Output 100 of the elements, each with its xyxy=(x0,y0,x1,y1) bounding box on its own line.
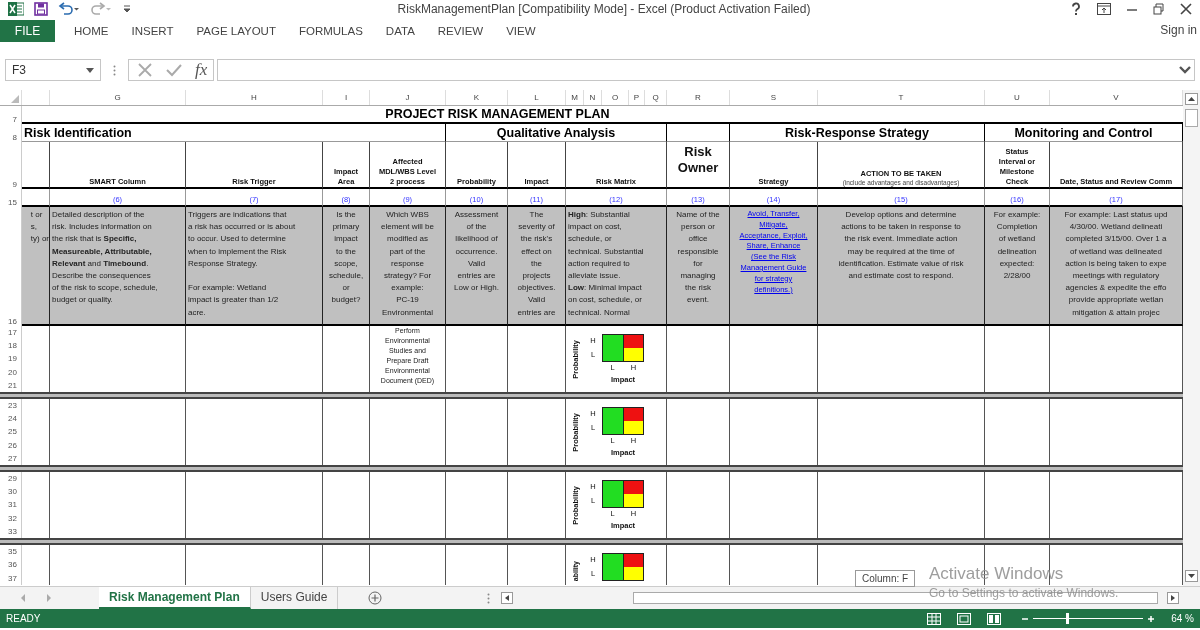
cut-text: t or s, ty) or xyxy=(30,209,49,246)
row-number[interactable]: 16 xyxy=(8,317,17,326)
row-number[interactable]: 25 xyxy=(8,427,17,437)
matrix-low-zone xyxy=(602,480,623,508)
column-tooltip: Column: F xyxy=(855,570,916,587)
scroll-left-icon[interactable] xyxy=(501,592,514,604)
status-text: READY xyxy=(6,613,41,624)
description-text: The severity of the risk's effect on the projects objectives. Valid entries are xyxy=(517,209,556,319)
scroll-thumb[interactable] xyxy=(1185,109,1198,127)
page-break-icon[interactable] xyxy=(987,612,1002,625)
matrix-low-zone xyxy=(602,407,623,435)
normal-view-icon[interactable] xyxy=(927,612,942,625)
ribbon-tab[interactable]: DATA xyxy=(385,25,415,37)
matrix-high-zone xyxy=(623,334,644,348)
check-icon[interactable] xyxy=(165,62,183,78)
section-heading: Risk Identification xyxy=(24,125,132,140)
description-text: For example: Last status upd 4/30/00. Wetland delineati completed 3/15/00. Over 1 a of wetland was delineated action is being taken to expe meetings with regulatory agencies & expedite the effo provide appropriate wetlan mitigation & attain projec xyxy=(1064,209,1168,319)
zoom-slider-thumb[interactable] xyxy=(1066,613,1070,624)
ribbon-tab[interactable]: PAGE LAYOUT xyxy=(196,25,276,37)
row-number[interactable]: 20 xyxy=(8,367,17,377)
row-number[interactable]: 27 xyxy=(8,453,17,463)
column-header[interactable]: J xyxy=(370,90,446,105)
help-icon[interactable] xyxy=(1070,2,1082,16)
insert-function-button[interactable]: fx xyxy=(195,60,208,80)
matrix-low-zone xyxy=(602,334,623,362)
column-header[interactable]: L xyxy=(508,90,566,105)
row-number[interactable]: 7 xyxy=(12,115,17,124)
row-number[interactable]: 18 xyxy=(8,341,17,351)
column-header[interactable]: I xyxy=(323,90,370,105)
matrix-medium-zone xyxy=(623,348,644,362)
row-number[interactable]: 19 xyxy=(8,354,17,364)
sign-in-link[interactable]: Sign in xyxy=(1160,23,1197,37)
row-number[interactable]: 37 xyxy=(8,573,17,583)
sheet-title: PROJECT RISK MANAGEMENT PLAN xyxy=(385,107,610,121)
ribbon-display-icon[interactable] xyxy=(1097,3,1111,15)
column-header[interactable]: P xyxy=(629,90,645,105)
row-number[interactable]: 35 xyxy=(8,547,17,557)
save-icon[interactable] xyxy=(34,2,48,16)
description-text: High: Substantial impact on cost, schedule, or technical. Substantial action required to alleviate issue. Low: Minimal impact on cost, schedule, or technical. Normal xyxy=(568,209,644,319)
matrix-medium-zone xyxy=(623,421,644,435)
column-header[interactable]: R xyxy=(667,90,730,105)
row-number[interactable]: 33 xyxy=(8,526,17,536)
matrix-medium-zone xyxy=(623,494,644,508)
ribbon-tab[interactable]: INSERT xyxy=(131,25,174,37)
scroll-down-icon[interactable] xyxy=(1185,570,1198,582)
column-header[interactable]: G xyxy=(50,90,186,105)
column-header[interactable]: T xyxy=(818,90,985,105)
ribbon-tab[interactable]: REVIEW xyxy=(437,25,484,37)
zoom-level[interactable]: 64 % xyxy=(1171,613,1194,624)
vertical-scrollbar[interactable] xyxy=(1183,90,1200,586)
column-header[interactable]: H xyxy=(186,90,323,105)
excel-icon[interactable] xyxy=(8,2,24,16)
row-number[interactable]: 15 xyxy=(8,198,17,207)
matrix-high-zone xyxy=(623,407,644,421)
add-sheet-icon[interactable] xyxy=(368,591,383,605)
zoom-in-icon[interactable] xyxy=(1147,614,1156,623)
page-layout-icon[interactable] xyxy=(957,612,972,625)
scroll-right-icon[interactable] xyxy=(1167,592,1180,604)
row-number[interactable]: 23 xyxy=(8,401,17,411)
formula-field[interactable] xyxy=(217,59,1195,81)
row-number[interactable]: 21 xyxy=(8,380,17,390)
row-number[interactable]: 30 xyxy=(8,487,17,497)
restore-icon[interactable] xyxy=(1153,3,1165,15)
caret-icon xyxy=(86,67,94,73)
chevron-down-icon[interactable] xyxy=(1179,66,1191,74)
row-number[interactable]: 31 xyxy=(8,500,17,510)
ribbon-tab[interactable]: FORMULAS xyxy=(298,25,363,37)
row-number[interactable]: 36 xyxy=(8,560,17,570)
row-number[interactable]: 9 xyxy=(12,180,17,189)
row-number[interactable]: 24 xyxy=(8,414,17,424)
row-number[interactable]: 32 xyxy=(8,513,17,523)
column-header[interactable]: Q xyxy=(645,90,667,105)
description-text: Name of the person or office responsible for managing the risk event. xyxy=(676,209,720,307)
file-tab[interactable]: FILE xyxy=(0,20,55,42)
description-text: Assessment of the likelihood of occurrence. Valid entries are Low or High. xyxy=(454,209,499,295)
row-number[interactable]: 26 xyxy=(8,440,17,450)
section-heading: Monitoring and Control xyxy=(1014,125,1153,140)
section-heading: Qualitative Analysis xyxy=(496,125,616,140)
row-number[interactable]: 17 xyxy=(8,328,17,338)
close-icon[interactable] xyxy=(1180,3,1192,15)
description-text: Detailed description of the risk. Includes information on the risk that is Specific, Measureable, Attributable, Relevant and Timebound. Describe the consequences of the risk to scope, schedule, budget or quality. xyxy=(52,209,158,307)
column-header[interactable]: N xyxy=(584,90,602,105)
column-header[interactable]: U xyxy=(985,90,1050,105)
matrix-high-zone xyxy=(623,480,644,494)
column-header[interactable]: M xyxy=(566,90,584,105)
column-header[interactable]: O xyxy=(602,90,629,105)
row-number[interactable]: 29 xyxy=(8,474,17,484)
undo-icon[interactable] xyxy=(58,2,80,16)
ribbon-tab[interactable]: VIEW xyxy=(506,25,536,37)
window-title: RiskManagementPlan [Compatibility Mode] - Excel (Product Activation Failed) xyxy=(396,2,812,16)
column-header[interactable]: S xyxy=(730,90,818,105)
ribbon-tab[interactable]: HOME xyxy=(74,25,109,37)
scroll-up-icon[interactable] xyxy=(1185,93,1198,105)
vertical-dots-icon xyxy=(487,592,491,604)
description-text: Develop options and determine actions to be taken in response to the risk event. Immediate action may be required at the time of identification. Estimate value of risk and estimate cost to respond. xyxy=(838,209,964,282)
sheet-tab[interactable]: Risk Management Plan xyxy=(99,587,251,609)
name-box[interactable]: F3 xyxy=(5,59,101,81)
row-number[interactable]: 8 xyxy=(12,133,17,142)
description-text: Which WBS element will be modified as part of the response strategy? For example: PC-19 Environmental xyxy=(381,209,434,319)
column-header[interactable]: K xyxy=(446,90,508,105)
